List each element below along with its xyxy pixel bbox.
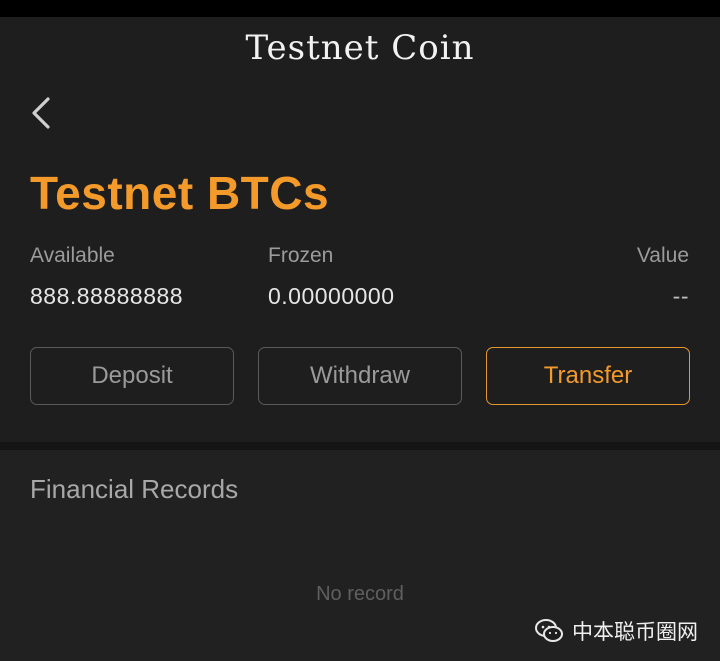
back-button[interactable]: [28, 96, 56, 130]
coin-title: Testnet BTCs: [30, 167, 330, 219]
watermark: 中本聪币圈网: [534, 617, 698, 645]
value-label: Value: [636, 244, 689, 267]
frozen-value: 0.00000000: [268, 283, 395, 309]
available-value: 888.88888888: [30, 283, 184, 309]
frozen-label: Frozen: [268, 244, 334, 267]
chevron-left-icon: [32, 97, 50, 129]
withdraw-button[interactable]: Withdraw: [258, 347, 462, 405]
wechat-icon: [535, 619, 563, 642]
value-value: --: [672, 283, 689, 309]
section-divider: [0, 442, 720, 450]
available-label: Available: [30, 244, 115, 267]
transfer-button[interactable]: Transfer: [486, 347, 690, 405]
top-strip: [0, 0, 720, 17]
empty-state-text: No record: [316, 583, 404, 605]
watermark-text: 中本聪币圈网: [572, 621, 698, 644]
deposit-button[interactable]: Deposit: [30, 347, 234, 405]
financial-records-title: Financial Records: [30, 474, 239, 504]
app-title: Testnet Coin: [245, 28, 475, 68]
